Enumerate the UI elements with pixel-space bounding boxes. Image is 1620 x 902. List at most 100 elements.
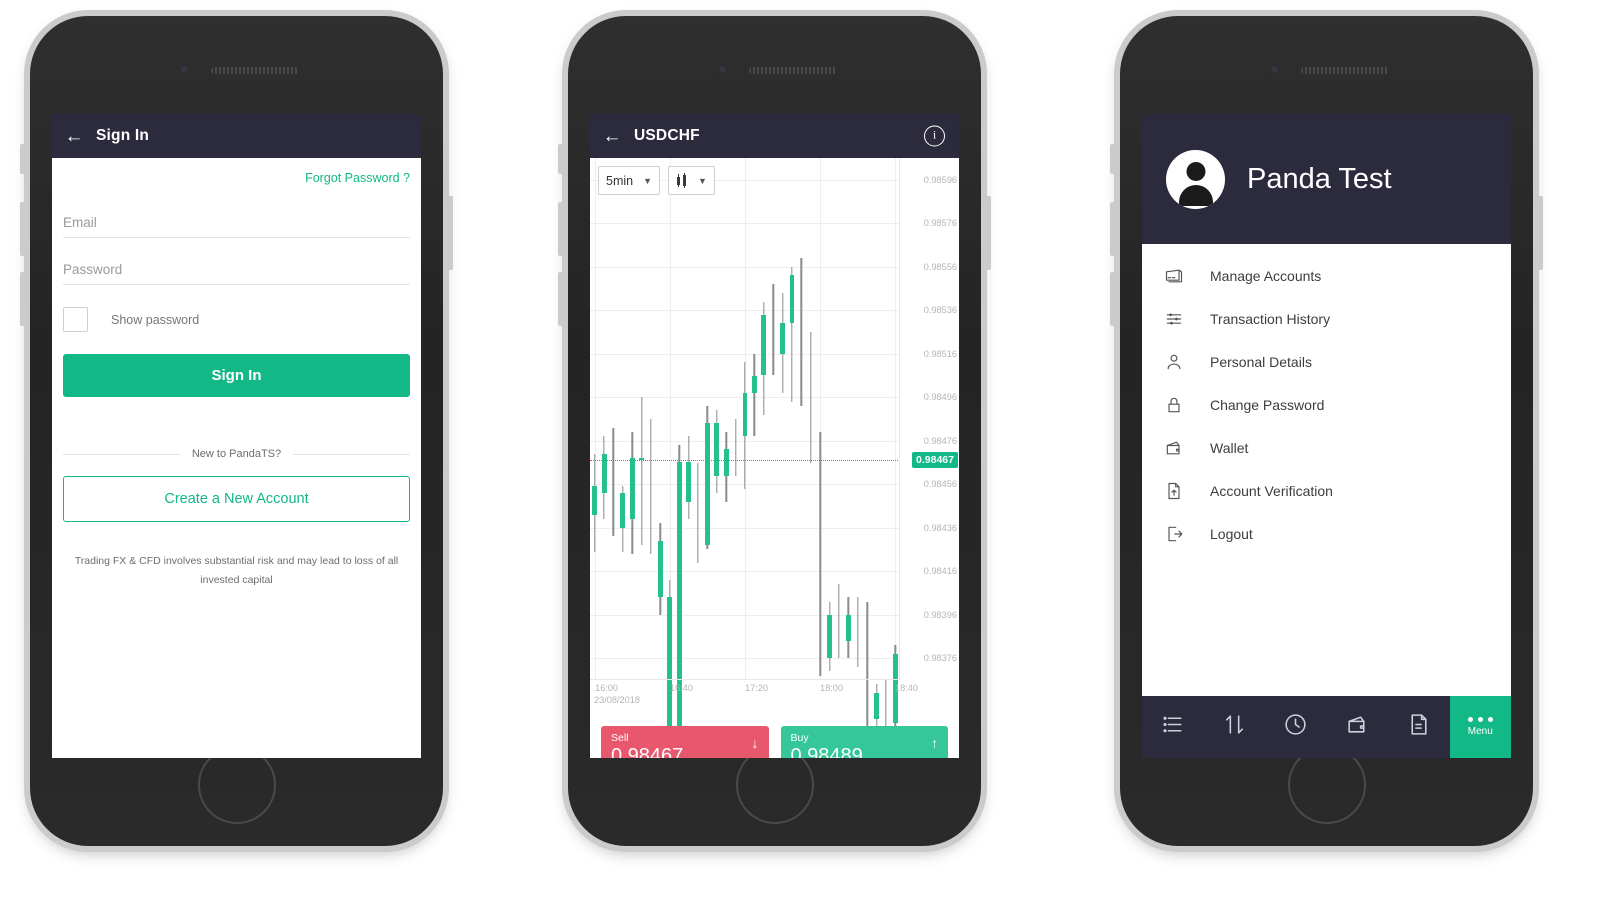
candlestick-bar [629,432,635,554]
candlestick-chart[interactable]: 5min ▼ ▼ 0.98596 0.98576 0.98556 0.98536 0.9… [590,158,959,758]
time-tick-label: 17:20 [745,683,768,693]
candlestick-bar [845,597,851,659]
candlestick-bar [620,486,626,552]
screen-chart: ← USDCHF i 5min ▼ ▼ 0.98596 0.98576 0.98… [590,114,959,758]
candlestick-bar [789,266,795,402]
mute-switch[interactable] [1110,144,1115,174]
sell-label: Sell [611,732,629,744]
sell-button[interactable]: Sell 0.98467 ↓ [601,726,769,758]
password-placeholder: Password [63,262,123,277]
menu-item-label: Manage Accounts [1210,267,1322,284]
volume-down-button[interactable] [1110,272,1115,326]
menu-item-label: Transaction History [1210,310,1331,327]
tab-menu[interactable]: Menu [1449,696,1511,758]
menu-item-change-password[interactable]: Change Password [1142,383,1511,426]
phone-menu: Panda Test Manage Accounts Transaction Hi… [1110,16,1543,846]
menu-item-account-verification[interactable]: Account Verification [1142,469,1511,512]
info-icon[interactable]: i [924,125,945,147]
arrow-left-icon[interactable]: ← [52,127,96,146]
timeframe-select[interactable]: 5min ▼ [598,166,661,195]
transaction-list-icon [1164,309,1194,329]
charttype-select[interactable]: ▼ [668,166,715,195]
time-tick-label: 16:00 [595,683,618,693]
menu-item-logout[interactable]: Logout [1142,512,1511,555]
show-password-row[interactable]: Show password [63,307,410,332]
volume-down-button[interactable] [558,272,563,326]
speaker-grille [748,67,837,74]
price-tick-label: 0.98376 [923,653,957,664]
chart-plot-area[interactable] [590,158,900,758]
current-price-line [590,460,900,462]
mute-switch[interactable] [20,144,25,174]
candle-body [827,614,832,659]
candle-body [780,323,785,354]
email-field[interactable]: Email [63,215,410,238]
volume-down-button[interactable] [20,272,25,326]
page-title: Sign In [96,127,150,144]
candlestick-bar [686,436,692,520]
power-button[interactable] [448,196,453,270]
menu-item-wallet[interactable]: Wallet [1142,426,1511,469]
card-accounts-icon [1164,266,1194,286]
phone-camera-speaker [695,64,855,76]
candle-body [742,392,748,437]
candlestick-bar [649,419,654,554]
candle-body [592,486,598,515]
candle-body [704,423,710,546]
phone-signin: ← Sign In Forgot Password ? Email Passwo… [20,16,453,846]
bottom-tabbar: Menu [1142,696,1511,758]
tab-document[interactable] [1388,696,1450,758]
trade-buttons: Sell 0.98467 ↓ Buy 0.98489 ↑ [590,714,959,758]
tab-clock[interactable] [1265,696,1327,758]
volume-up-button[interactable] [558,202,563,256]
candlestick-bar [855,597,860,667]
buy-button[interactable]: Buy 0.98489 ↑ [780,726,948,758]
forgot-password-link[interactable]: Forgot Password ? [63,158,410,185]
speaker-grille [210,67,299,74]
candlestick-bar [780,292,785,393]
timeframe-value: 5min [606,173,634,188]
time-axis: 23/08/2018 16:00 16:40 17:20 18:00 18:40 [590,680,959,714]
document-icon [1406,712,1431,742]
password-field[interactable]: Password [63,262,410,285]
candlestick-bar [639,397,645,546]
candle-wick [753,353,756,437]
screen-signin: ← Sign In Forgot Password ? Email Passwo… [52,114,421,758]
profile-name: Panda Test [1247,162,1392,195]
volume-up-button[interactable] [1110,202,1115,256]
menu-item-personal-details[interactable]: Personal Details [1142,340,1511,383]
sign-in-button[interactable]: Sign In [63,354,410,397]
candle-body [686,462,692,502]
menu-item-label: Account Verification [1210,482,1333,499]
candle-body [836,606,841,641]
logout-icon [1164,524,1194,544]
time-tick-label: 18:40 [895,683,918,693]
divider-line-right [293,453,410,455]
candle-body [649,454,654,541]
appbar-signin: ← Sign In [52,114,421,158]
candle-body [751,375,757,393]
show-password-checkbox[interactable] [63,307,88,332]
candlestick-bar [865,601,870,737]
risk-disclaimer: Trading FX & CFD involves substantial ri… [74,555,399,587]
menu-item-transaction-history[interactable]: Transaction History [1142,297,1511,340]
tab-transfer-arrows[interactable] [1204,696,1266,758]
wallet-icon [1345,712,1370,742]
candlestick-bar [601,436,607,520]
power-button[interactable] [1538,196,1543,270]
power-button[interactable] [986,196,991,270]
mute-switch[interactable] [558,144,563,174]
time-tick-label: 18:00 [820,683,843,693]
chart-controls: 5min ▼ ▼ [598,166,715,195]
menu-item-manage-accounts[interactable]: Manage Accounts [1142,254,1511,297]
clock-icon [1283,712,1308,742]
wallet-icon [1164,438,1194,458]
arrow-left-icon[interactable]: ← [590,127,634,146]
buy-price: 0.98489 [790,745,863,758]
profile-header[interactable]: Panda Test [1142,114,1511,244]
create-account-button[interactable]: Create a New Account [63,476,410,522]
signup-divider: New to PandaTS? [63,448,410,460]
volume-up-button[interactable] [20,202,25,256]
tab-list[interactable] [1142,696,1204,758]
tab-wallet[interactable] [1327,696,1389,758]
